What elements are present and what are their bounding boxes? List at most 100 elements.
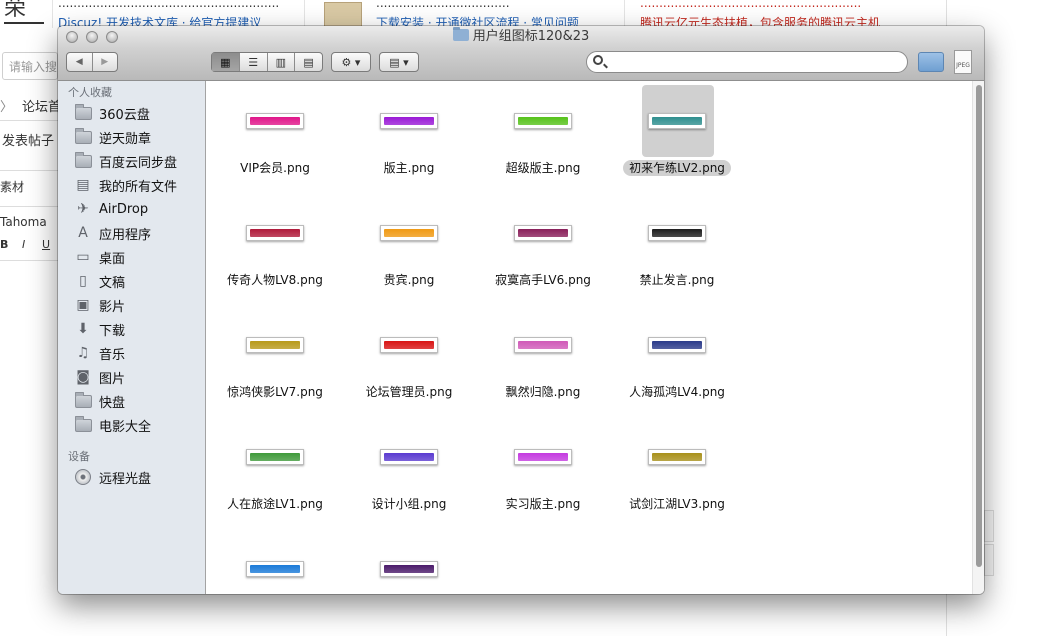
action-menu-button[interactable]: ⚙ ▾ — [331, 52, 371, 72]
window-title: 用户组图标120&23 — [58, 26, 984, 48]
badge-bar — [250, 341, 300, 349]
file-thumbnail[interactable] — [642, 197, 714, 269]
sidebar-item[interactable]: 360云盘 — [74, 102, 150, 124]
sidebar-item[interactable]: A 应用程序 — [74, 222, 151, 244]
coverflow-view-icon: ▤ — [303, 55, 314, 69]
file-name-text: 超级版主.png — [505, 161, 581, 175]
title-bar[interactable]: 用户组图标120&23 — [58, 26, 984, 48]
file-thumbnail[interactable] — [374, 421, 446, 493]
column-view-icon: ▥ — [275, 55, 287, 69]
sidebar-item[interactable]: ▭ 桌面 — [74, 246, 125, 268]
minimize-button[interactable] — [86, 31, 98, 43]
underline-button[interactable]: U — [42, 238, 50, 251]
file-thumbnail[interactable] — [374, 309, 446, 381]
file-thumbnail[interactable] — [240, 421, 312, 493]
sidebar-item[interactable]: ◙ 图片 — [74, 366, 125, 388]
file-name-text: 初来乍练LV2.png — [623, 160, 731, 176]
download-thumbnail[interactable] — [324, 2, 362, 28]
documents-icon: ▯ — [79, 273, 87, 289]
list-view-button[interactable]: ☰ — [238, 53, 267, 71]
zoom-button[interactable] — [106, 31, 118, 43]
sidebar-item-label: 电影大全 — [99, 419, 152, 435]
scroll-thumb[interactable] — [976, 85, 982, 567]
bg-text-row1-c: ........................................… — [640, 0, 862, 10]
file-thumbnail[interactable] — [374, 533, 446, 594]
file-thumbnail[interactable] — [240, 533, 312, 594]
sidebar-item-label: 影片 — [99, 299, 126, 315]
bg-text-row1-a: ........................................… — [58, 0, 280, 10]
badge-bar — [652, 117, 702, 125]
sidebar-item[interactable]: 快盘 — [74, 390, 125, 412]
badge-image — [514, 225, 572, 241]
sidebar-item-label: 桌面 — [99, 251, 126, 267]
file-name: 论坛管理员.png — [342, 383, 476, 400]
folder-action-icon[interactable] — [918, 52, 944, 72]
column-view-button[interactable]: ▥ — [266, 53, 295, 71]
close-button[interactable] — [66, 31, 78, 43]
back-button[interactable]: ◀ — [67, 53, 92, 71]
file-name-text: 禁止发言.png — [639, 273, 715, 287]
file-name: VIP会员.png — [208, 159, 342, 176]
divider — [0, 170, 60, 171]
divider — [624, 0, 625, 28]
sidebar-item[interactable]: ▯ 文稿 — [74, 270, 125, 292]
arrange-menu-button[interactable]: ▤ ▾ — [379, 52, 419, 72]
bold-button[interactable]: B — [0, 238, 8, 251]
all-files-icon: ▤ — [76, 177, 90, 193]
italic-button[interactable]: I — [22, 238, 25, 251]
sidebar-item-label: 远程光盘 — [99, 471, 152, 487]
file-thumbnail[interactable] — [508, 421, 580, 493]
applications-icon: A — [78, 225, 88, 241]
sidebar-section-title: 设备 — [68, 450, 90, 463]
badge-image — [380, 561, 438, 577]
badge-image — [648, 449, 706, 465]
file-name-text: 人在旅途LV1.png — [227, 497, 323, 511]
sidebar-item[interactable]: 电影大全 — [74, 414, 151, 436]
file-thumbnail[interactable] — [642, 421, 714, 493]
file-thumbnail[interactable] — [240, 85, 312, 157]
file-thumbnail[interactable] — [642, 85, 714, 157]
sidebar-item[interactable]: ⬇ 下载 — [74, 318, 125, 340]
vertical-scrollbar[interactable] — [972, 81, 984, 594]
sidebar-item[interactable]: ♫ 音乐 — [74, 342, 125, 364]
file-thumbnail[interactable] — [240, 197, 312, 269]
sidebar-item[interactable]: 远程光盘 — [74, 466, 151, 488]
file-name-text: 人海孤鸿LV4.png — [629, 385, 725, 399]
breadcrumb[interactable]: 论坛首 — [22, 96, 61, 115]
back-arrow-icon: ◀ — [75, 57, 83, 67]
search-input[interactable] — [586, 51, 908, 73]
airdrop-icon: ✈ — [77, 201, 89, 217]
file-thumbnail[interactable] — [374, 197, 446, 269]
badge-image — [246, 561, 304, 577]
search-icon — [593, 55, 603, 65]
file-thumbnail[interactable] — [508, 197, 580, 269]
file-name-text: 寂寞高手LV6.png — [495, 273, 591, 287]
file-thumbnail[interactable] — [374, 85, 446, 157]
sidebar-item[interactable]: ▤ 我的所有文件 — [74, 174, 177, 196]
badge-image — [648, 225, 706, 241]
icon-view-button[interactable]: ▦ — [212, 53, 239, 71]
bg-search-input[interactable]: 请输入搜 — [2, 52, 58, 80]
jpeg-file-icon[interactable]: JPEG — [954, 50, 972, 74]
file-name: 试剑江湖LV3.png — [610, 495, 744, 512]
sidebar-item[interactable]: ▣ 影片 — [74, 294, 125, 316]
list-view-icon: ☰ — [248, 55, 259, 69]
file-name: 禁止发言.png — [610, 271, 744, 288]
sidebar-item[interactable]: 百度云同步盘 — [74, 150, 177, 172]
badge-image — [380, 113, 438, 129]
font-select[interactable]: Tahoma — [0, 215, 47, 229]
folder-icon — [74, 391, 92, 409]
sidebar-item[interactable]: 逆天勋章 — [74, 126, 151, 148]
sidebar-item[interactable]: ✈ AirDrop — [74, 198, 148, 220]
forward-button[interactable]: ▶ — [91, 53, 118, 71]
badge-image — [514, 337, 572, 353]
file-thumbnail[interactable] — [642, 309, 714, 381]
music-icon: ♫ — [76, 345, 90, 361]
file-thumbnail[interactable] — [240, 309, 312, 381]
file-thumbnail[interactable] — [508, 309, 580, 381]
gear-icon: ⚙ ▾ — [341, 55, 361, 69]
icon-view-icon: ▦ — [220, 55, 231, 69]
sidebar-item-label: AirDrop — [99, 201, 149, 217]
coverflow-view-button[interactable]: ▤ — [294, 53, 322, 71]
file-thumbnail[interactable] — [508, 85, 580, 157]
